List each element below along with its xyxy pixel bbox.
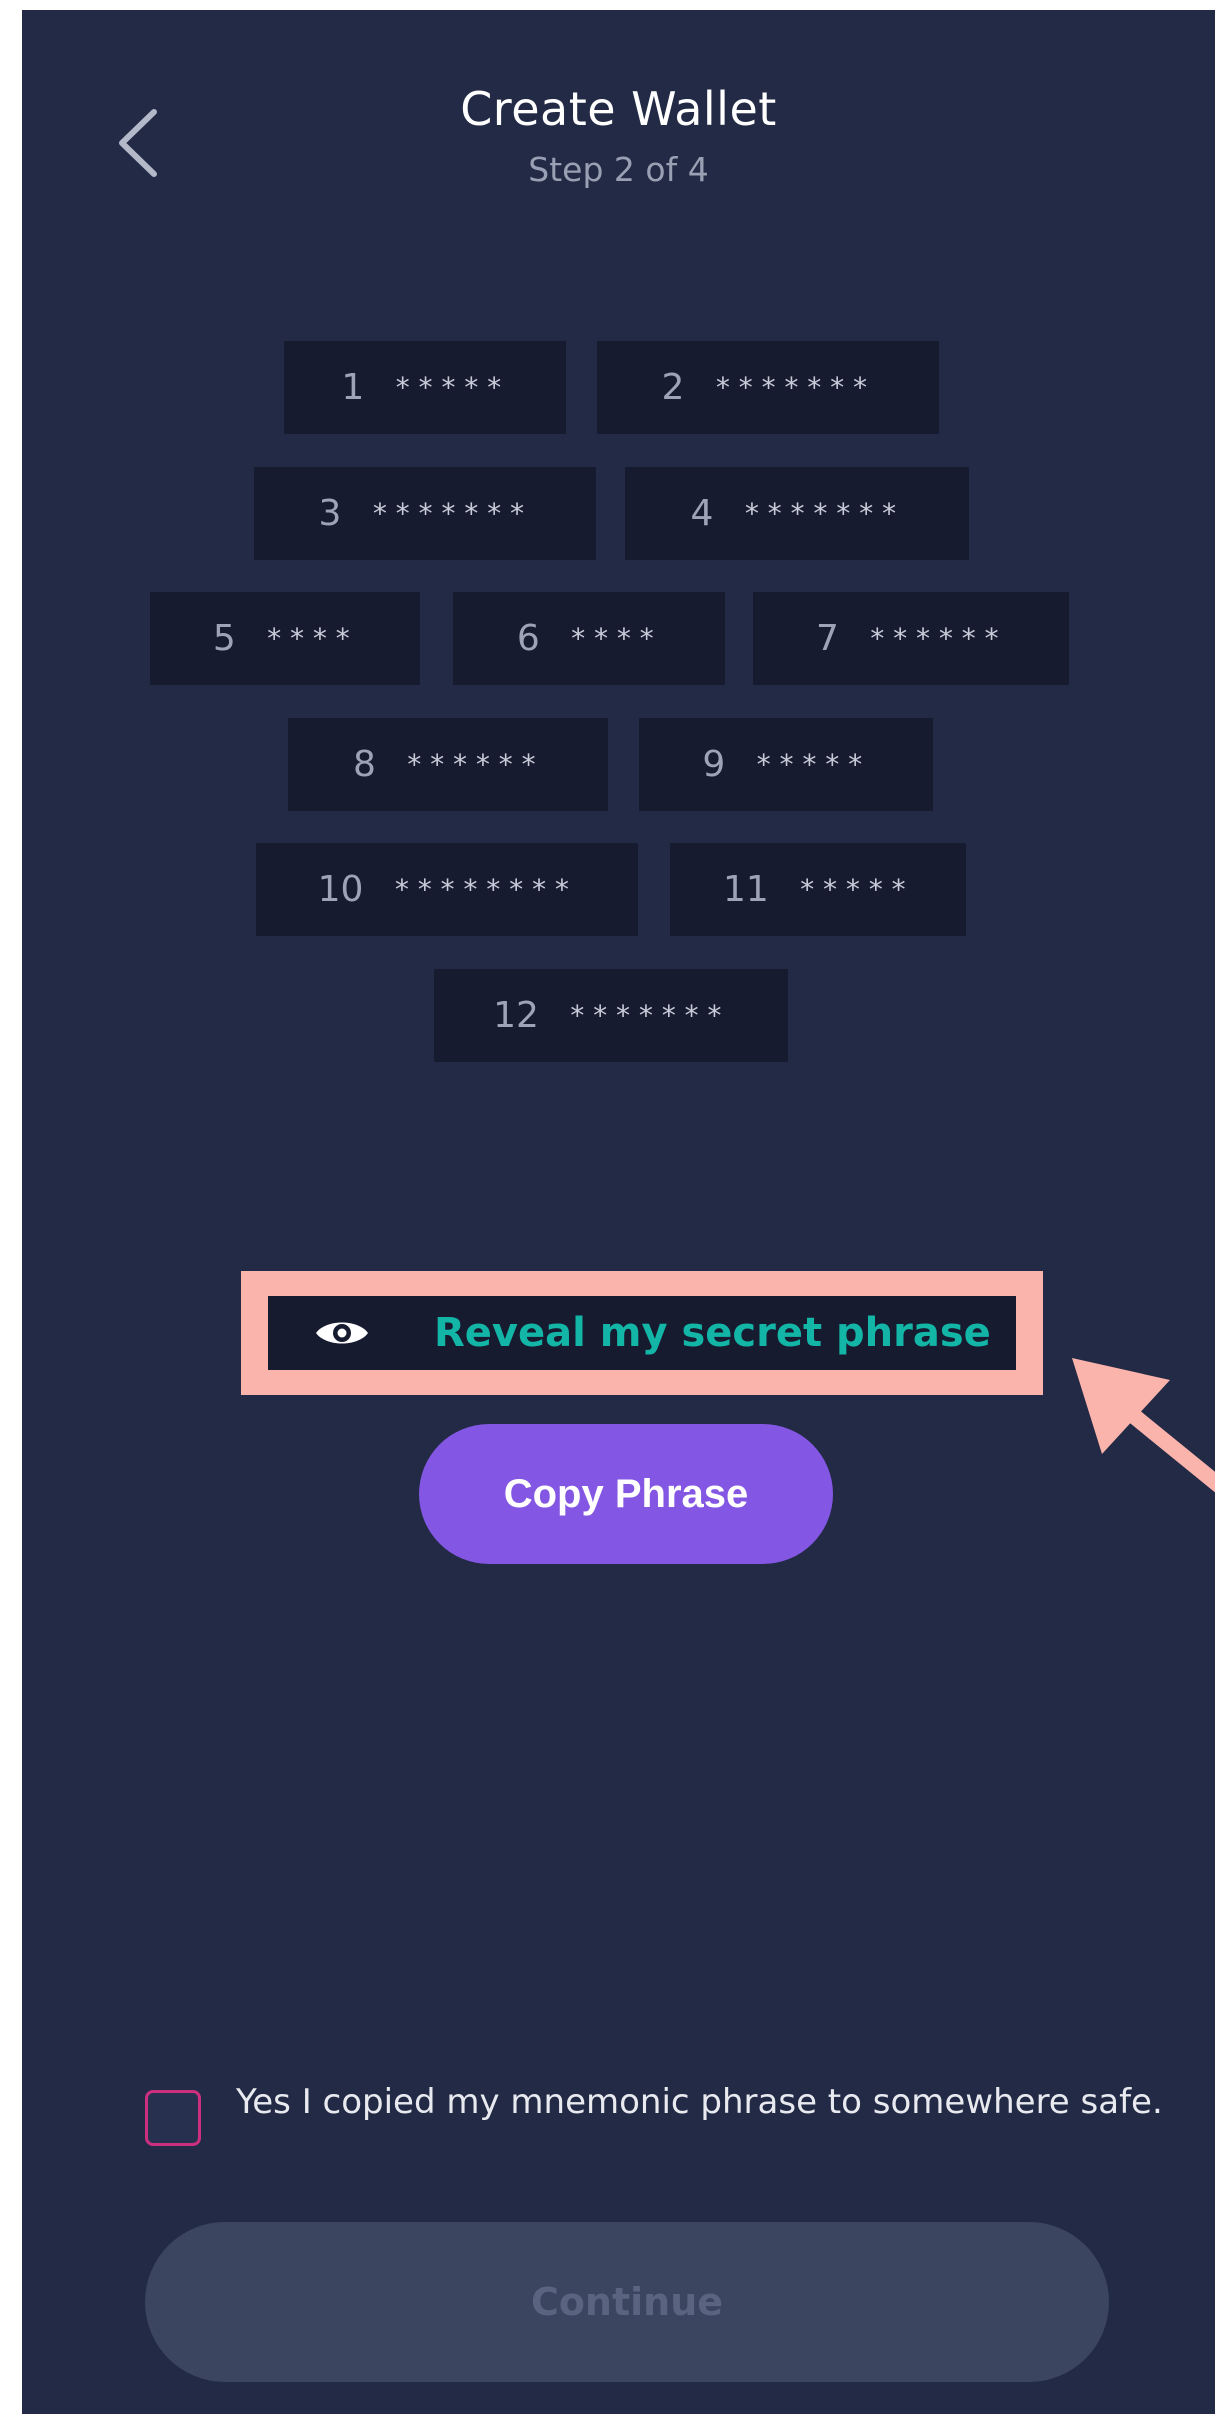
word-mask: ****** [405,748,544,781]
consent-checkbox[interactable] [145,2090,201,2146]
annotation-arrow-icon [1072,1358,1215,1493]
word-mask: ***** [394,371,509,404]
copy-phrase-button[interactable]: Copy Phrase [419,1424,833,1564]
phrase-word-chip: 9 ***** [639,718,933,811]
create-wallet-screen: Create Wallet Step 2 of 4 1 ***** 2 ****… [22,10,1215,2414]
phrase-word-chip: 6 **** [453,592,725,685]
word-mask: ******* [568,999,729,1032]
reveal-button-body: Reveal my secret phrase [268,1296,1016,1370]
continue-button[interactable]: Continue [145,2222,1109,2382]
phrase-word-chip: 12 ******* [434,969,788,1062]
phrase-word-chip: 8 ****** [288,718,608,811]
word-mask: ******* [743,497,904,530]
reveal-label: Reveal my secret phrase [434,1310,991,1356]
word-mask: ***** [755,748,870,781]
word-index: 4 [690,493,714,534]
phrase-word-chip: 1 ***** [284,341,566,434]
phrase-word-chip: 5 **** [150,592,420,685]
word-mask: ******* [371,497,532,530]
word-mask: ****** [868,622,1007,655]
phrase-word-chip: 2 ******* [597,341,939,434]
phrase-word-chip: 11 ***** [670,843,966,936]
word-index: 11 [722,869,769,910]
word-mask: **** [265,622,358,655]
word-index: 3 [318,493,342,534]
word-index: 6 [516,618,540,659]
reveal-secret-phrase-button[interactable]: Reveal my secret phrase [241,1271,1043,1395]
word-mask: ***** [798,873,914,906]
consent-label: Yes I copied my mnemonic phrase to somew… [236,2082,1163,2122]
phrase-word-chip: 4 ******* [625,467,969,560]
word-mask: **** [569,622,662,655]
word-index: 2 [661,367,685,408]
word-index: 7 [815,618,839,659]
page-title: Create Wallet [460,82,777,136]
step-indicator: Step 2 of 4 [528,150,709,189]
word-mask: ******* [714,371,875,404]
word-index: 8 [352,744,376,785]
phrase-word-chip: 3 ******* [254,467,596,560]
phrase-word-chip: 7 ****** [753,592,1069,685]
word-index: 5 [212,618,236,659]
word-index: 1 [341,367,365,408]
eye-icon [316,1322,368,1344]
word-index: 12 [493,995,539,1036]
word-index: 9 [702,744,726,785]
phrase-word-chip: 10 ******** [256,843,638,936]
word-mask: ******** [393,873,577,906]
word-index: 10 [317,869,364,910]
